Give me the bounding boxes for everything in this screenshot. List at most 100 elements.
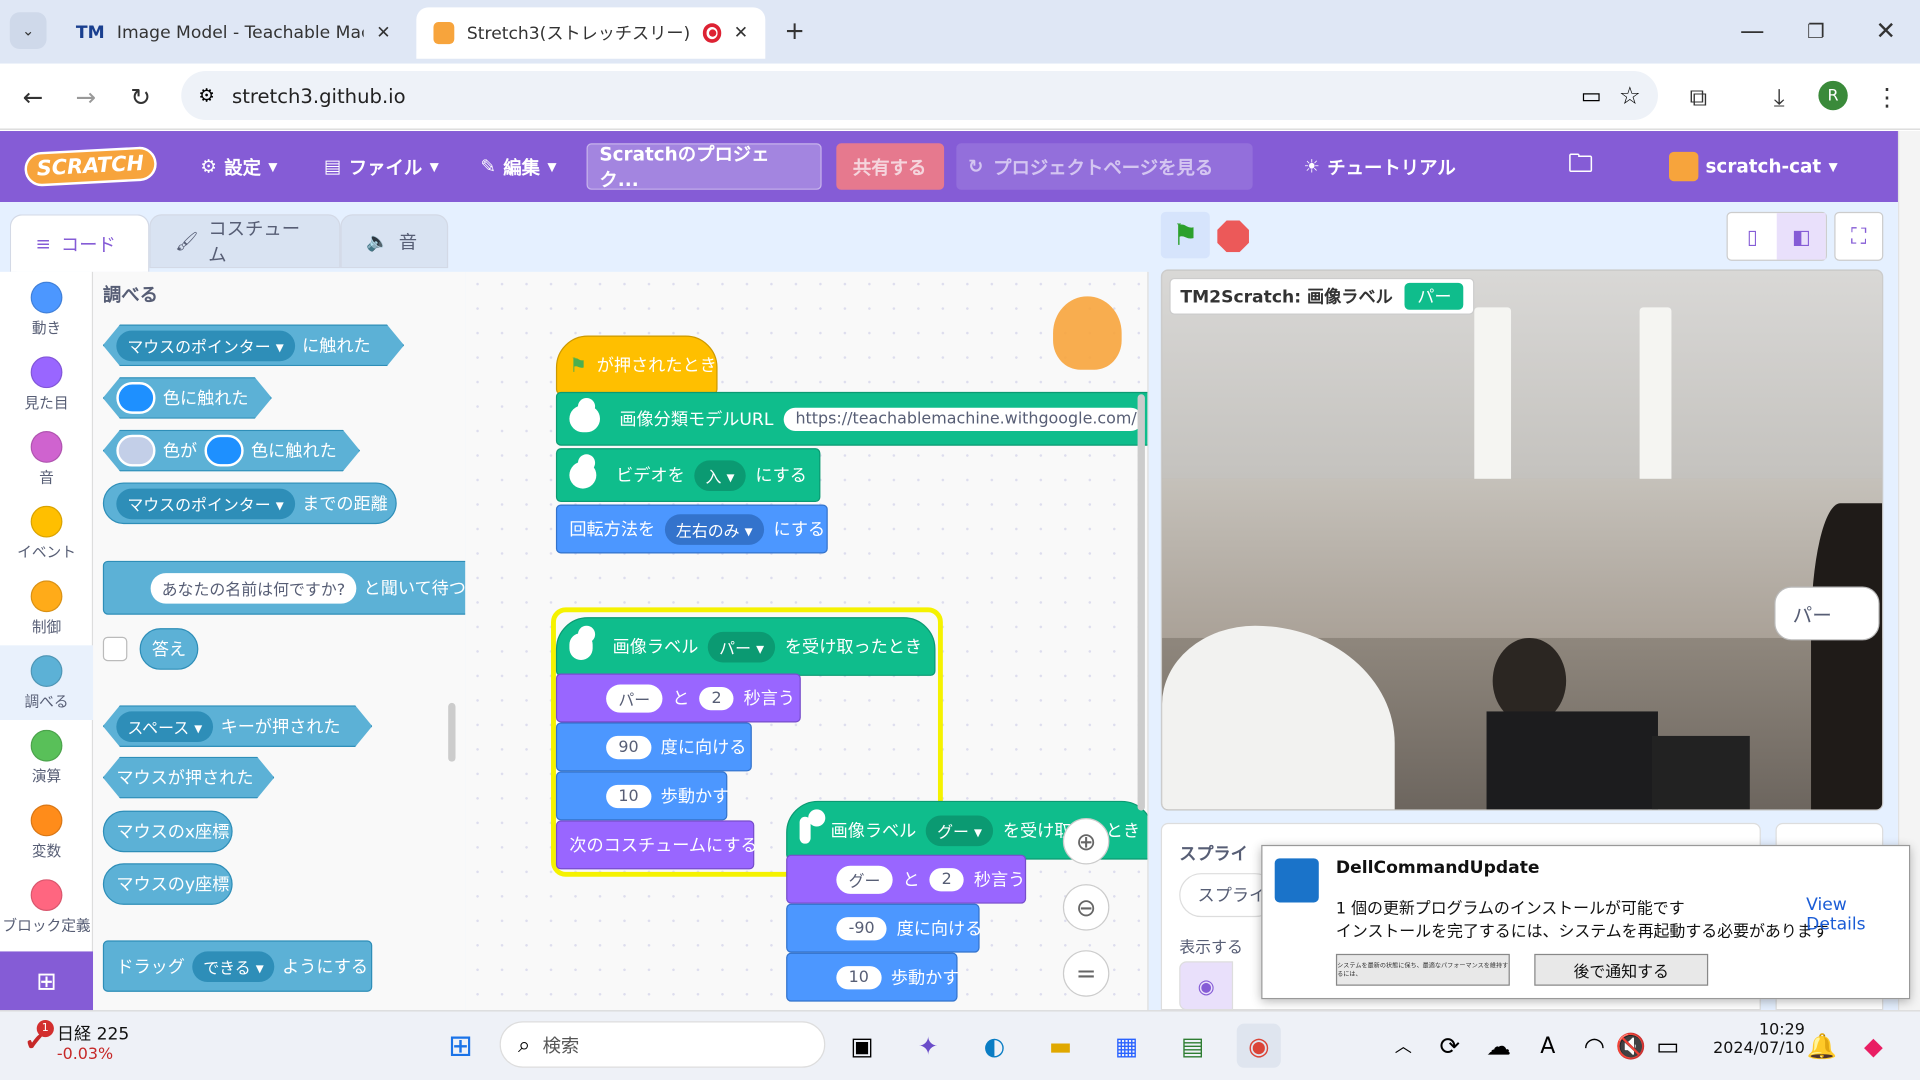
add-extension-button[interactable]: ⊞ <box>0 951 94 1011</box>
settings-menu[interactable]: ⚙ 設定 ▾ <box>188 131 290 202</box>
download-icon[interactable]: ⤓ <box>1761 78 1798 115</box>
stage[interactable]: TM2Scratch: 画像ラベル パー パー <box>1160 269 1884 811</box>
green-flag-icon[interactable]: ⚑ <box>1160 211 1210 259</box>
copilot-pre-icon[interactable]: ◆ <box>1851 1024 1895 1068</box>
remind-later-button[interactable]: 後で通知する <box>1534 953 1709 986</box>
task-view-icon[interactable]: ▣ <box>840 1024 884 1068</box>
palette-scrollbar[interactable] <box>448 702 456 762</box>
color-swatch[interactable] <box>204 435 243 467</box>
move-steps-block[interactable]: 10 歩動かす <box>555 771 729 821</box>
minimize-icon[interactable]: — <box>1734 12 1771 49</box>
notification-button-primary[interactable]: システムを最新の状態に保ち、最適なパフォーマンスを維持するには、 <box>1335 953 1510 986</box>
stock-widget[interactable]: ✔ 1 日経 225 -0.03% <box>24 1020 129 1064</box>
url-text[interactable]: stretch3.github.io <box>232 84 406 107</box>
category-looks[interactable]: 見た目 <box>0 347 93 422</box>
mouse-down-block[interactable]: マウスが押された <box>103 757 274 799</box>
key-dropdown[interactable]: スペース ▾ <box>116 711 213 742</box>
mouse-x-block[interactable]: マウスのx座標 <box>102 810 233 853</box>
label-dropdown[interactable]: パー ▾ <box>708 631 776 662</box>
say-seconds-input[interactable]: 2 <box>699 686 734 710</box>
model-url-block[interactable]: 画像分類モデルURL https://teachablemachine.withg… <box>555 391 1148 446</box>
category-motion[interactable]: 動き <box>0 272 93 347</box>
say-para-block[interactable]: パーと 2 秒言う <box>555 673 801 723</box>
say-goo-block[interactable]: グーと 2 秒言う <box>786 854 1027 904</box>
browser-tab-teachable[interactable]: TM Image Model - Teachable Mach ✕ <box>59 7 408 58</box>
omnibox[interactable]: ⚙ stretch3.github.io ▭ ☆ <box>181 71 1658 121</box>
chrome-taskbar-icon[interactable]: ◉ <box>1236 1023 1281 1068</box>
answer-block[interactable]: 答え <box>139 628 199 670</box>
ask-question-input[interactable]: あなたの名前は何ですか? <box>150 572 357 604</box>
back-icon[interactable]: ← <box>15 78 52 115</box>
drag-mode-block[interactable]: ドラッグ できる ▾ ようにする <box>102 940 373 992</box>
category-sensing[interactable]: 調べる <box>0 645 94 721</box>
file-menu[interactable]: ▤ ファイル ▾ <box>312 131 451 202</box>
tab-close-icon[interactable]: ✕ <box>376 23 390 43</box>
clock[interactable]: 10:29 2024/07/10 <box>1702 1021 1805 1058</box>
steps-input[interactable]: 10 <box>606 784 651 808</box>
battery-icon[interactable]: ▭ <box>1646 1024 1690 1068</box>
rotation-style-block[interactable]: 回転方法を 左右のみ ▾ にする <box>555 504 828 554</box>
drag-dropdown[interactable]: できる ▾ <box>192 950 275 982</box>
tab-close-icon[interactable]: ✕ <box>734 23 748 43</box>
category-control[interactable]: 制御 <box>0 571 93 646</box>
category-variables[interactable]: 変数 <box>0 795 93 870</box>
category-operators[interactable]: 演算 <box>0 720 93 795</box>
answer-checkbox[interactable] <box>102 636 128 662</box>
camera-icon[interactable]: ▭ <box>1581 83 1602 109</box>
category-my-blocks[interactable]: ブロック定義 <box>0 869 93 944</box>
file-explorer-icon[interactable]: ▬ <box>1038 1024 1082 1068</box>
large-stage-icon[interactable]: ◧ <box>1776 213 1826 260</box>
fullscreen-icon[interactable]: ⛶ <box>1834 211 1884 261</box>
script-workspace[interactable]: ⚑ が押されたとき 画像分類モデルURL https://teachablemach… <box>465 271 1149 1011</box>
key-pressed-block[interactable]: スペース ▾ キーが押された <box>103 705 372 747</box>
profile-avatar[interactable]: R <box>1818 80 1848 111</box>
say-seconds-input[interactable]: 2 <box>929 867 965 891</box>
tab-code[interactable]: ≡ コード <box>9 214 150 272</box>
project-title-input[interactable]: Scratchのプロジェク... <box>585 143 822 191</box>
touching-color-block[interactable]: 色に触れた <box>103 377 272 419</box>
store-icon[interactable]: ▦ <box>1104 1024 1148 1068</box>
zoom-in-icon[interactable]: ⊕ <box>1062 817 1110 865</box>
edge-icon[interactable]: ◐ <box>972 1024 1016 1068</box>
video-toggle-block[interactable]: ビデオを入 ▾ にする <box>555 448 821 503</box>
category-sound[interactable]: 音 <box>0 421 93 496</box>
account-menu[interactable]: scratch-cat ▾ <box>1657 131 1851 202</box>
new-tab-icon[interactable]: + <box>776 12 813 49</box>
chrome-menu-icon[interactable]: ⋮ <box>1869 78 1906 115</box>
my-stuff-folder-icon[interactable]: 🗀 <box>1568 146 1592 188</box>
touching-dropdown[interactable]: マウスのポインター ▾ <box>116 330 294 361</box>
tab-search-button[interactable]: ⌄ <box>9 12 47 49</box>
next-costume-block[interactable]: 次のコスチュームにする <box>555 820 758 870</box>
show-sprite-eye-icon[interactable]: ◉ <box>1179 961 1234 1011</box>
view-details-link[interactable]: View Details <box>1806 895 1909 934</box>
site-info-icon[interactable]: ⚙ <box>198 84 214 106</box>
rotation-dropdown[interactable]: 左右のみ ▾ <box>664 513 764 545</box>
point-direction-block[interactable]: 90 度に向ける <box>555 722 752 772</box>
edit-menu[interactable]: ✎ 編集 ▾ <box>468 131 569 202</box>
workspace-scrollbar[interactable] <box>1137 394 1145 811</box>
restore-icon[interactable]: ❐ <box>1798 12 1835 49</box>
bookmark-star-icon[interactable]: ☆ <box>1619 81 1641 110</box>
see-project-page-button[interactable]: ↻ プロジェクトページを見る <box>955 143 1253 190</box>
browser-tab-stretch3[interactable]: Stretch3(ストレッチスリー) ✕ <box>416 7 766 59</box>
scratch-logo[interactable]: SCRATCH <box>23 145 158 188</box>
direction-input[interactable]: -90 <box>836 916 887 940</box>
taskbar-search[interactable]: ⌕ 検索 <box>499 1021 826 1068</box>
distance-dropdown[interactable]: マウスのポインター ▾ <box>116 487 295 519</box>
say-text-input[interactable]: グー <box>836 865 893 894</box>
tab-costumes[interactable]: 🖌 コスチューム <box>149 214 341 269</box>
copilot-icon[interactable]: ✦ <box>906 1024 950 1068</box>
when-label-received-para-block[interactable]: 画像ラベル パー ▾ を受け取ったとき <box>555 617 936 676</box>
steps-input[interactable]: 10 <box>836 965 882 989</box>
extensions-icon[interactable]: ⧉ <box>1680 78 1717 115</box>
zoom-out-icon[interactable]: ⊖ <box>1062 884 1110 931</box>
direction-input[interactable]: 90 <box>606 735 651 759</box>
tab-sounds[interactable]: 🔈 音 <box>340 214 449 269</box>
ask-and-wait-block[interactable]: あなたの名前は何ですか? と聞いて待つ <box>102 560 466 615</box>
small-stage-icon[interactable]: ▯ <box>1728 213 1777 260</box>
video-dropdown[interactable]: 入 ▾ <box>694 459 746 491</box>
close-window-icon[interactable]: ✕ <box>1867 12 1904 49</box>
cloud-offline-icon[interactable]: ☁ <box>1477 1024 1521 1068</box>
label-dropdown[interactable]: グー ▾ <box>926 814 994 846</box>
app-icon[interactable]: ▤ <box>1171 1024 1215 1068</box>
